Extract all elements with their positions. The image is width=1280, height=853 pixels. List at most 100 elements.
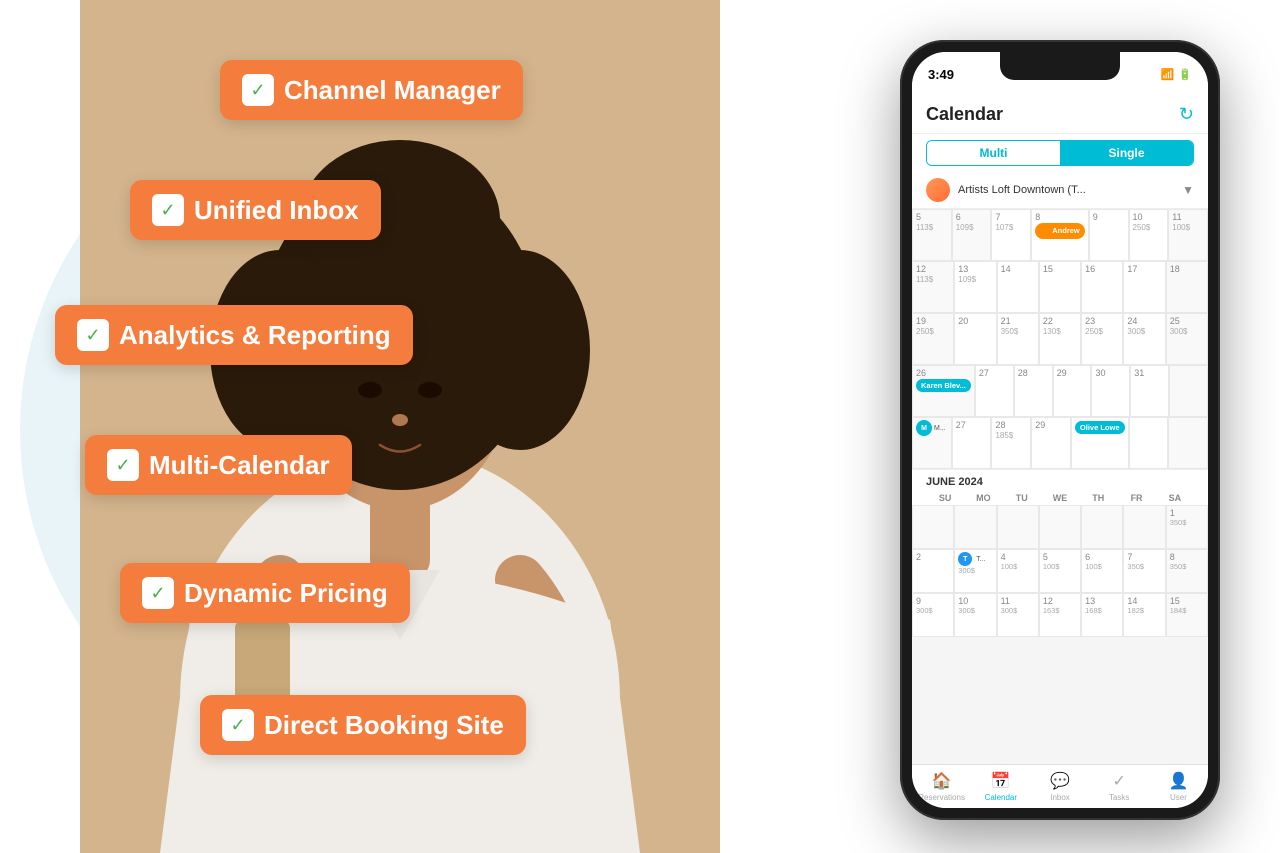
view-toggle[interactable]: Multi Single [926,140,1194,166]
check-icon-pricing: ✓ [142,577,174,609]
cal-cell: 29 [1031,417,1071,469]
cal-cell: 14 [997,261,1039,313]
cal-cell: 27 [975,365,1014,417]
cal-cell: 20 [954,313,996,365]
june-row-3: 9300$ 10300$ 11300$ 12163$ 13168$ 14182$… [912,593,1208,637]
nav-calendar-label: Calendar [985,793,1017,802]
reservations-icon: 🏠 [932,771,952,791]
nav-inbox-label: Inbox [1050,793,1070,802]
badge-channel-label: Channel Manager [284,75,501,106]
dow-tu: TU [1003,491,1041,505]
badge-unified-inbox: ✓ Unified Inbox [130,180,381,240]
badge-channel-manager: ✓ Channel Manager [220,60,523,120]
june-cell-9: 9300$ [912,593,954,637]
check-icon-inbox: ✓ [152,194,184,226]
cal-row-4: 26 Karen Blev... 27 28 29 30 31 [912,365,1208,417]
multi-view-toggle[interactable]: Multi [927,141,1060,165]
june-cell-12: 12163$ [1039,593,1081,637]
cal-cell: 17 [1123,261,1165,313]
tasks-icon: ✓ [1113,771,1126,791]
cal-row-5: M M... 27 28185$ 29 Olive Lowe [912,417,1208,469]
event-karen: Karen Blev... [916,379,971,392]
june-month-label: JUNE 2024 [912,469,1208,491]
badge-analytics-reporting: ✓ Analytics & Reporting [55,305,413,365]
wifi-icon: 📶 [1161,68,1175,81]
cal-cell [1129,417,1169,469]
cal-cell: 24300$ [1123,313,1165,365]
june-row-1: 1 350$ [912,505,1208,549]
property-avatar [926,178,950,202]
june-cell-2: 2 [912,549,954,593]
cal-cell: 26 Karen Blev... [912,365,975,417]
june-cell [954,505,996,549]
cal-cell: 10250$ [1129,209,1169,261]
cal-cell: 27 [952,417,992,469]
view-toggle-bar: Multi Single [912,134,1208,172]
nav-calendar[interactable]: 📅 Calendar [971,771,1030,802]
june-cell-1: 1 350$ [1166,505,1208,549]
inbox-icon: 💬 [1050,771,1070,791]
nav-user-label: User [1170,793,1187,802]
badge-multi-calendar: ✓ Multi-Calendar [85,435,352,495]
badge-inbox-label: Unified Inbox [194,195,359,226]
event-andrew: Andrew [1035,223,1085,239]
dow-mo: MO [964,491,1002,505]
nav-tasks[interactable]: ✓ Tasks [1090,771,1149,802]
june-cell-14: 14182$ [1123,593,1165,637]
nav-inbox[interactable]: 💬 Inbox [1030,771,1089,802]
june-cell [1123,505,1165,549]
cal-cell: 28185$ [991,417,1031,469]
property-dropdown[interactable]: Artists Loft Downtown (T... ▼ [912,172,1208,209]
badge-booking-label: Direct Booking Site [264,710,504,741]
nav-reservations[interactable]: 🏠 Reservations [912,771,971,802]
cal-cell: 12113$ [912,261,954,313]
june-cell-4: 4100$ [997,549,1039,593]
cal-cell: 21350$ [997,313,1039,365]
nav-user[interactable]: 👤 User [1149,771,1208,802]
cal-cell: 25300$ [1166,313,1208,365]
refresh-icon[interactable]: ↻ [1179,104,1194,125]
check-icon-analytics: ✓ [77,319,109,351]
cal-cell: 23250$ [1081,313,1123,365]
june-cell-5: 5100$ [1039,549,1081,593]
cal-cell: 9 [1089,209,1129,261]
cal-cell: M M... [912,417,952,469]
cal-cell: 22130$ [1039,313,1081,365]
status-icons: 📶 🔋 [1161,68,1192,81]
event-olive: Olive Lowe [1075,421,1125,434]
may-calendar: 5113$ 6109$ 7107$ 8 Andrew 9 10250$ 1110… [912,209,1208,469]
dow-th: TH [1079,491,1117,505]
days-of-week-header: SU MO TU WE TH FR SA [912,491,1208,505]
check-icon-channel: ✓ [242,74,274,106]
check-icon-booking: ✓ [222,709,254,741]
app-header: Calendar ↻ [912,96,1208,134]
cal-row-3: 19250$ 20 21350$ 22130$ 23250$ 24300$ 25… [912,313,1208,365]
nav-tasks-label: Tasks [1109,793,1129,802]
cal-row-2: 12113$ 13109$ 14 15 16 17 18 [912,261,1208,313]
june-cell-11: 11300$ [997,593,1039,637]
june-cell [1039,505,1081,549]
june-cell-7: 7350$ [1123,549,1165,593]
phone-mockup: 3:49 < App Store 📶 🔋 Calendar ↻ Multi [900,40,1220,820]
nav-reservations-label: Reservations [918,793,965,802]
event-dot-t: T [958,552,972,566]
property-name: Artists Loft Downtown (T... [958,184,1174,196]
cal-cell: 19250$ [912,313,954,365]
badge-dynamic-pricing: ✓ Dynamic Pricing [120,563,410,623]
dow-su: SU [926,491,964,505]
cal-cell: 28 [1014,365,1053,417]
phone-shell: 3:49 < App Store 📶 🔋 Calendar ↻ Multi [900,40,1220,820]
user-icon: 👤 [1168,771,1188,791]
phone-notch [1000,52,1120,80]
app-title: Calendar [926,104,1003,125]
cal-cell: 11100$ [1168,209,1208,261]
event-dot-m: M [916,420,932,436]
cal-cell: 8 Andrew [1031,209,1089,261]
june-cell-8: 8350$ [1166,549,1208,593]
single-view-toggle[interactable]: Single [1060,141,1193,165]
calendar-icon: 📅 [991,771,1011,791]
june-cell-10: 10300$ [954,593,996,637]
cal-row-1: 5113$ 6109$ 7107$ 8 Andrew 9 10250$ 1110… [912,209,1208,261]
cal-cell: 15 [1039,261,1081,313]
battery-icon: 🔋 [1178,68,1192,81]
